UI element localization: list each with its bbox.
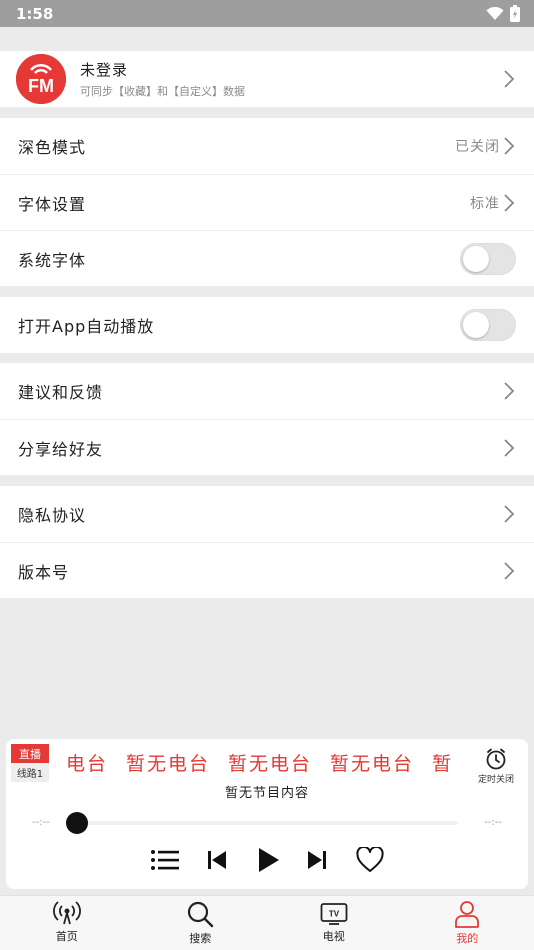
dark-mode-right: 已关闭 xyxy=(455,136,516,156)
player-controls xyxy=(6,843,528,877)
share-label: 分享给好友 xyxy=(18,439,104,459)
font-settings-label: 字体设置 xyxy=(18,194,87,214)
version-row[interactable]: 版本号 xyxy=(0,542,534,598)
autoplay-label: 打开App自动播放 xyxy=(18,317,155,336)
display-settings-card: 深色模式 已关闭 字体设置 标准 系统字体 xyxy=(0,118,534,286)
privacy-row[interactable]: 隐私协议 xyxy=(0,486,534,542)
favorite-button[interactable] xyxy=(355,843,385,877)
system-font-right xyxy=(460,242,516,275)
marquee-item: 暂 xyxy=(432,753,454,775)
autoplay-card: 打开App自动播放 xyxy=(0,297,534,353)
system-font-row: 系统字体 xyxy=(0,230,534,286)
status-icons xyxy=(486,5,520,22)
system-font-label: 系统字体 xyxy=(18,250,87,270)
nav-search-label: 搜索 xyxy=(189,932,212,945)
alarm-clock-icon xyxy=(486,748,506,770)
profile-card[interactable]: FM 未登录 可同步【收藏】和【自定义】数据 xyxy=(0,51,534,107)
sleep-timer-button[interactable]: 定时关闭 xyxy=(474,747,518,785)
feedback-row[interactable]: 建议和反馈 xyxy=(0,363,534,419)
nav-mine-label: 我的 xyxy=(456,932,479,945)
font-settings-value: 标准 xyxy=(470,195,500,212)
station-marquee: 电台 暂无电台 暂无电台 暂无电台暂 xyxy=(66,749,466,779)
search-icon xyxy=(188,901,214,928)
progress-thumb[interactable] xyxy=(66,812,88,834)
font-settings-row[interactable]: 字体设置 标准 xyxy=(0,174,534,230)
privacy-right xyxy=(502,504,516,524)
nav-home-label: 首页 xyxy=(55,930,78,943)
chevron-right-icon xyxy=(504,70,515,88)
toggle-knob xyxy=(463,312,489,338)
dark-mode-label: 深色模式 xyxy=(18,138,87,157)
live-badge[interactable]: 直播 线路1 xyxy=(11,744,49,782)
skip-next-icon xyxy=(308,851,326,869)
marquee-item: 暂无电台 xyxy=(228,753,313,775)
line-label: 线路1 xyxy=(11,763,49,782)
dark-mode-row[interactable]: 深色模式 已关闭 xyxy=(0,118,534,174)
time-total: --:-- xyxy=(484,817,502,828)
chevron-right-icon xyxy=(504,193,515,212)
tv-icon: TV xyxy=(320,903,348,925)
version-label: 版本号 xyxy=(18,562,70,582)
skip-previous-icon xyxy=(208,851,226,869)
nav-tv[interactable]: TV 电视 xyxy=(267,896,401,950)
progress-track xyxy=(76,821,458,825)
profile-chevron xyxy=(502,69,516,89)
marquee-item: 暂无电台 xyxy=(126,753,211,775)
previous-button[interactable] xyxy=(204,843,230,877)
live-label: 直播 xyxy=(11,744,49,763)
nav-mine[interactable]: 我的 xyxy=(401,896,534,950)
mini-player: 直播 线路1 电台 暂无电台 暂无电台 暂无电台暂 定时关闭 暂无节目内容 --:--… xyxy=(6,739,528,889)
toggle-knob xyxy=(463,245,489,272)
status-bar: 1:58 xyxy=(0,0,534,27)
autoplay-toggle[interactable] xyxy=(460,309,516,341)
marquee-item: 电台 xyxy=(66,753,109,775)
system-font-toggle[interactable] xyxy=(460,242,516,275)
chevron-right-icon xyxy=(504,438,515,457)
battery-icon xyxy=(510,5,520,22)
radio-antenna-icon xyxy=(52,901,81,925)
profile-subtitle: 可同步【收藏】和【自定义】数据 xyxy=(80,85,245,98)
profile-row[interactable]: FM 未登录 可同步【收藏】和【自定义】数据 xyxy=(0,51,534,107)
share-right xyxy=(502,438,516,458)
nav-home[interactable]: 首页 xyxy=(0,896,134,950)
time-elapsed: --:-- xyxy=(32,817,50,828)
feedback-right xyxy=(502,381,516,401)
play-button[interactable] xyxy=(254,843,282,877)
marquee-item: 暂无电台 xyxy=(330,753,415,775)
avatar-text: FM xyxy=(28,76,54,96)
playlist-button[interactable] xyxy=(149,843,181,877)
autoplay-row: 打开App自动播放 xyxy=(0,297,534,353)
status-time: 1:58 xyxy=(16,4,54,23)
privacy-label: 隐私协议 xyxy=(18,506,87,525)
heart-icon xyxy=(356,847,384,872)
wifi-icon xyxy=(486,6,504,20)
progress-bar[interactable]: --:-- --:-- xyxy=(28,811,506,835)
program-title: 暂无节目内容 xyxy=(224,786,309,801)
list-icon xyxy=(151,850,179,870)
nav-search[interactable]: 搜索 xyxy=(134,896,268,950)
version-right xyxy=(502,561,516,581)
about-card: 隐私协议 版本号 xyxy=(0,486,534,598)
play-icon xyxy=(259,848,279,872)
feedback-label: 建议和反馈 xyxy=(18,383,104,402)
share-row[interactable]: 分享给好友 xyxy=(0,419,534,475)
chevron-right-icon xyxy=(504,382,515,400)
avatar: FM xyxy=(16,54,66,104)
font-settings-right: 标准 xyxy=(470,193,516,213)
svg-text:TV: TV xyxy=(329,910,340,919)
user-icon xyxy=(455,901,480,928)
bottom-nav: 首页 搜索 TV 电视 我的 xyxy=(0,895,534,950)
chevron-right-icon xyxy=(504,137,515,155)
dark-mode-value: 已关闭 xyxy=(455,139,500,155)
feedback-card: 建议和反馈 分享给好友 xyxy=(0,363,534,475)
next-button[interactable] xyxy=(304,843,330,877)
fm-logo-icon: FM xyxy=(16,54,66,104)
profile-name: 未登录 xyxy=(80,61,129,79)
nav-tv-label: 电视 xyxy=(322,930,345,943)
chevron-right-icon xyxy=(504,561,515,580)
chevron-right-icon xyxy=(504,505,515,523)
profile-text: 未登录 可同步【收藏】和【自定义】数据 xyxy=(80,59,245,99)
autoplay-right xyxy=(460,309,516,341)
